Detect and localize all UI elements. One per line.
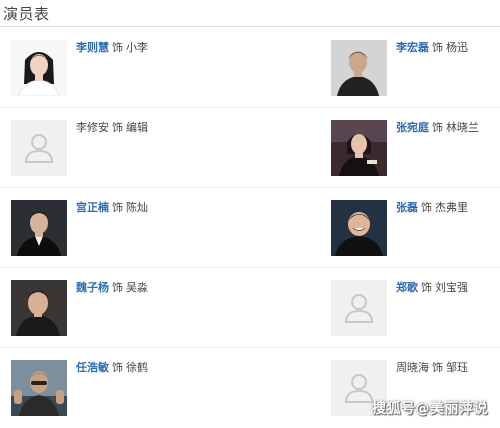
cast-row: 宫正楠饰陈灿 张磊饰杰弗里 bbox=[0, 188, 500, 268]
actor-name-link[interactable]: 郑歌 bbox=[396, 281, 418, 294]
actor-name-link[interactable]: 任浩敏 bbox=[76, 361, 109, 374]
role-separator: 饰 bbox=[112, 201, 123, 214]
cast-row: 李则慧饰小李 李宏磊饰杨迅 bbox=[0, 28, 500, 108]
role-line: 李宏磊饰杨迅 bbox=[396, 41, 468, 55]
cast-row: 魏子杨饰吴淼 郑歌饰刘宝强 bbox=[0, 268, 500, 348]
actor-photo[interactable] bbox=[331, 200, 387, 256]
role-line: 张宛庭饰林晓兰 bbox=[396, 121, 479, 135]
cast-entry: 魏子杨饰吴淼 bbox=[11, 280, 311, 336]
role-separator: 饰 bbox=[112, 281, 123, 294]
character-name: 编辑 bbox=[126, 121, 148, 134]
role-separator: 饰 bbox=[112, 41, 123, 54]
role-line: 张磊饰杰弗里 bbox=[396, 201, 468, 215]
character-name: 小李 bbox=[126, 41, 148, 54]
actor-photo[interactable] bbox=[11, 280, 67, 336]
role-separator: 饰 bbox=[432, 361, 443, 374]
role-line: 周晓海饰邹珏 bbox=[396, 361, 468, 375]
role-separator: 饰 bbox=[112, 361, 123, 374]
role-separator: 饰 bbox=[421, 201, 432, 214]
character-name: 陈灿 bbox=[126, 201, 148, 214]
role-line: 宫正楠饰陈灿 bbox=[76, 201, 148, 215]
actor-name-link[interactable]: 张磊 bbox=[396, 201, 418, 214]
role-separator: 饰 bbox=[432, 121, 443, 134]
cast-entry: 李修安饰编辑 bbox=[11, 120, 311, 176]
role-line: 郑歌饰刘宝强 bbox=[396, 281, 468, 295]
actor-name: 李修安 bbox=[76, 121, 109, 134]
cast-entry: 郑歌饰刘宝强 bbox=[331, 280, 500, 336]
character-name: 邹珏 bbox=[446, 361, 468, 374]
actor-name: 周晓海 bbox=[396, 361, 429, 374]
role-line: 任浩敏饰徐鹤 bbox=[76, 361, 148, 375]
cast-entry: 李则慧饰小李 bbox=[11, 40, 311, 96]
role-separator: 饰 bbox=[112, 121, 123, 134]
character-name: 杨迅 bbox=[446, 41, 468, 54]
character-name: 刘宝强 bbox=[435, 281, 468, 294]
actor-name-link[interactable]: 魏子杨 bbox=[76, 281, 109, 294]
character-name: 林晓兰 bbox=[446, 121, 479, 134]
placeholder-avatar-icon bbox=[11, 120, 67, 176]
character-name: 徐鹤 bbox=[126, 361, 148, 374]
actor-name-link[interactable]: 李宏磊 bbox=[396, 41, 429, 54]
cast-entry: 张宛庭饰林晓兰 bbox=[331, 120, 500, 176]
actor-photo[interactable] bbox=[11, 200, 67, 256]
placeholder-avatar-icon bbox=[331, 280, 387, 336]
cast-entry: 任浩敏饰徐鹤 bbox=[11, 360, 311, 416]
actor-name-link[interactable]: 李则慧 bbox=[76, 41, 109, 54]
role-line: 李则慧饰小李 bbox=[76, 41, 148, 55]
actor-name-link[interactable]: 宫正楠 bbox=[76, 201, 109, 214]
role-line: 李修安饰编辑 bbox=[76, 121, 148, 135]
cast-entry: 张磊饰杰弗里 bbox=[331, 200, 500, 256]
role-line: 魏子杨饰吴淼 bbox=[76, 281, 148, 295]
cast-grid: 李则慧饰小李 李宏磊饰杨迅 李修安 饰 编辑 张宛庭 饰 林晓兰 宫正楠 饰 陈… bbox=[0, 28, 500, 428]
page-title: 演员表 bbox=[3, 5, 50, 23]
cast-list-header: 演员表 bbox=[0, 0, 500, 27]
actor-photo[interactable] bbox=[11, 360, 67, 416]
actor-photo[interactable] bbox=[331, 120, 387, 176]
actor-photo[interactable] bbox=[331, 40, 387, 96]
cast-row: 李修安饰编辑 张宛庭饰林晓兰 bbox=[0, 108, 500, 188]
actor-photo[interactable] bbox=[11, 40, 67, 96]
character-name: 杰弗里 bbox=[435, 201, 468, 214]
watermark: 搜狐号@美丽萍说 bbox=[372, 401, 488, 417]
cast-entry: 李宏磊饰杨迅 bbox=[331, 40, 500, 96]
role-separator: 饰 bbox=[421, 281, 432, 294]
role-separator: 饰 bbox=[432, 41, 443, 54]
cast-entry: 宫正楠饰陈灿 bbox=[11, 200, 311, 256]
actor-name-link[interactable]: 张宛庭 bbox=[396, 121, 429, 134]
character-name: 吴淼 bbox=[126, 281, 148, 294]
